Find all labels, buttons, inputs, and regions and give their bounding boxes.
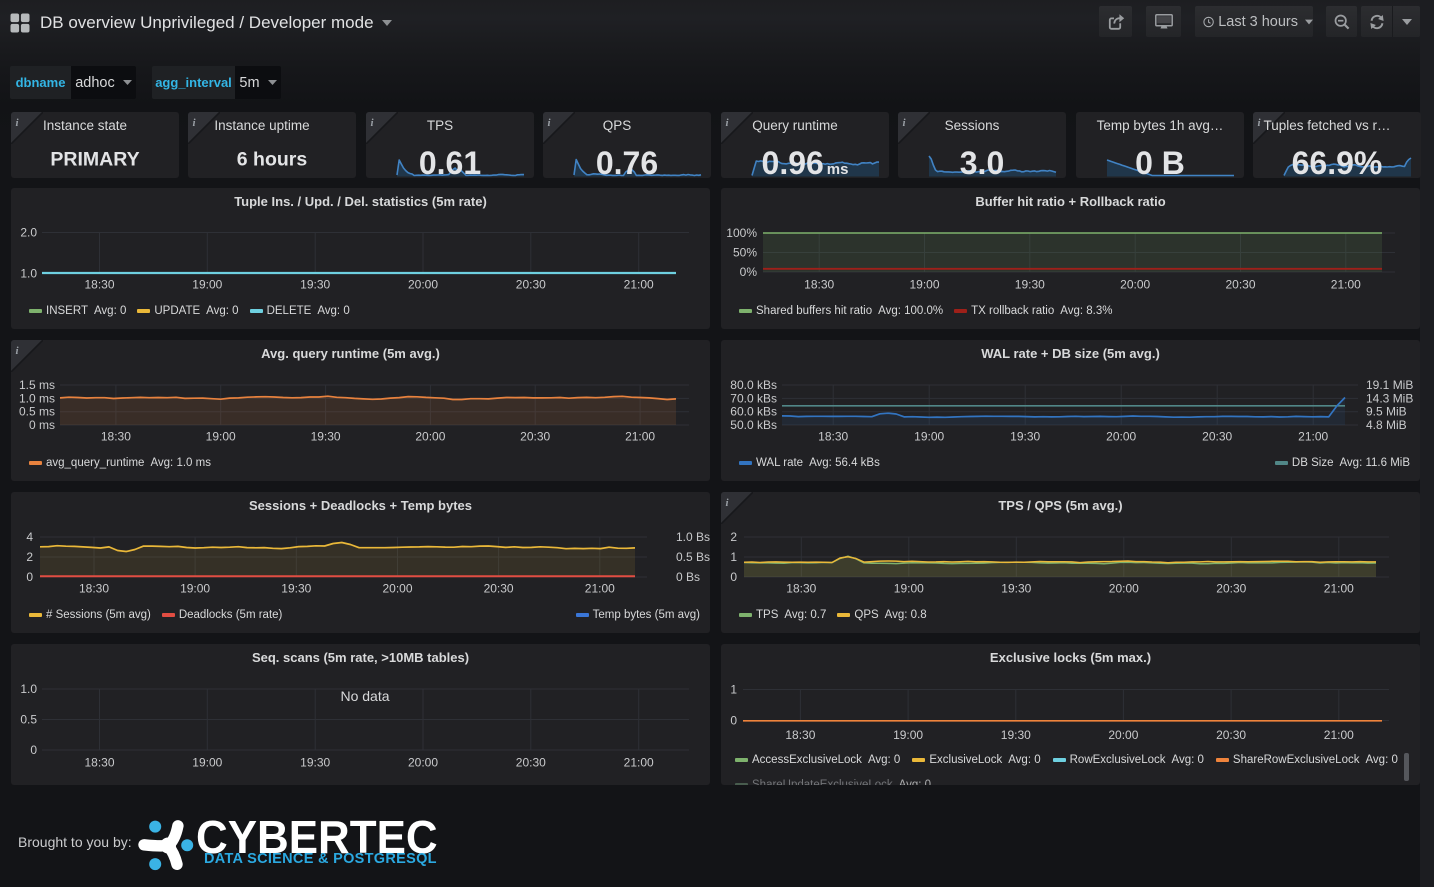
svg-text:9.5 MiB: 9.5 MiB	[1366, 405, 1407, 419]
svg-text:1.0: 1.0	[20, 682, 37, 696]
svg-text:21:00: 21:00	[625, 430, 655, 444]
svg-text:50.0 kBs: 50.0 kBs	[730, 418, 777, 432]
svg-text:19:00: 19:00	[180, 582, 210, 596]
svg-text:20:30: 20:30	[516, 278, 546, 292]
svg-text:0.5 Bs: 0.5 Bs	[676, 550, 710, 564]
svg-text:18:30: 18:30	[101, 430, 131, 444]
svg-text:20:30: 20:30	[1202, 430, 1232, 444]
svg-text:19:00: 19:00	[206, 430, 236, 444]
svg-text:0: 0	[30, 743, 37, 757]
svg-text:18:30: 18:30	[84, 278, 114, 292]
svg-text:4: 4	[26, 530, 33, 544]
svg-text:18:30: 18:30	[818, 430, 848, 444]
svg-text:20:00: 20:00	[408, 756, 438, 770]
svg-text:100%: 100%	[726, 226, 757, 240]
svg-text:20:30: 20:30	[1216, 582, 1246, 596]
svg-text:21:00: 21:00	[585, 582, 615, 596]
svg-text:19:30: 19:30	[300, 756, 330, 770]
svg-text:0 ms: 0 ms	[29, 418, 55, 432]
svg-text:20:00: 20:00	[382, 582, 412, 596]
svg-text:19:00: 19:00	[894, 582, 924, 596]
svg-text:19:30: 19:30	[1001, 582, 1031, 596]
svg-text:70.0 kBs: 70.0 kBs	[730, 391, 777, 405]
svg-text:19:30: 19:30	[300, 278, 330, 292]
svg-text:20:30: 20:30	[516, 756, 546, 770]
svg-text:0: 0	[730, 570, 737, 584]
svg-text:19.1 MiB: 19.1 MiB	[1366, 378, 1413, 392]
svg-text:18:30: 18:30	[804, 278, 834, 292]
svg-text:2.0: 2.0	[20, 226, 37, 240]
svg-text:18:30: 18:30	[84, 756, 114, 770]
svg-text:4.8 MiB: 4.8 MiB	[1366, 418, 1407, 432]
svg-text:20:30: 20:30	[520, 430, 550, 444]
svg-text:18:30: 18:30	[786, 582, 816, 596]
svg-text:18:30: 18:30	[785, 728, 815, 742]
svg-text:21:00: 21:00	[1331, 278, 1361, 292]
svg-text:1.0: 1.0	[20, 267, 37, 281]
svg-text:60.0 kBs: 60.0 kBs	[730, 405, 777, 419]
svg-text:50%: 50%	[733, 246, 757, 260]
svg-text:19:00: 19:00	[192, 756, 222, 770]
svg-text:1.0 Bs: 1.0 Bs	[676, 530, 710, 544]
svg-text:2: 2	[26, 550, 33, 564]
svg-text:20:00: 20:00	[1120, 278, 1150, 292]
svg-text:0: 0	[730, 714, 737, 728]
svg-text:18:30: 18:30	[79, 582, 109, 596]
svg-text:19:30: 19:30	[311, 430, 341, 444]
svg-text:19:00: 19:00	[192, 278, 222, 292]
svg-text:20:00: 20:00	[1109, 582, 1139, 596]
svg-text:19:00: 19:00	[893, 728, 923, 742]
svg-text:1: 1	[730, 683, 737, 697]
svg-text:20:00: 20:00	[1108, 728, 1138, 742]
svg-text:14.3 MiB: 14.3 MiB	[1366, 391, 1413, 405]
svg-text:80.0 kBs: 80.0 kBs	[730, 378, 777, 392]
svg-text:19:30: 19:30	[1001, 728, 1031, 742]
svg-text:1.5 ms: 1.5 ms	[19, 378, 55, 392]
svg-text:2: 2	[730, 530, 737, 544]
svg-text:20:30: 20:30	[1225, 278, 1255, 292]
svg-text:19:00: 19:00	[914, 430, 944, 444]
svg-text:1.0 ms: 1.0 ms	[19, 391, 55, 405]
svg-text:0.5 ms: 0.5 ms	[19, 405, 55, 419]
svg-text:19:30: 19:30	[1010, 430, 1040, 444]
svg-text:20:00: 20:00	[1106, 430, 1136, 444]
svg-text:0 Bs: 0 Bs	[676, 570, 700, 584]
svg-text:20:00: 20:00	[408, 278, 438, 292]
svg-text:21:00: 21:00	[1298, 430, 1328, 444]
svg-text:19:30: 19:30	[281, 582, 311, 596]
svg-text:0: 0	[26, 570, 33, 584]
svg-text:0%: 0%	[740, 265, 758, 279]
svg-text:21:00: 21:00	[1324, 728, 1354, 742]
svg-text:1: 1	[730, 550, 737, 564]
svg-text:No data: No data	[340, 688, 389, 704]
svg-text:21:00: 21:00	[624, 278, 654, 292]
svg-text:20:30: 20:30	[1216, 728, 1246, 742]
svg-text:20:00: 20:00	[415, 430, 445, 444]
svg-text:0.5: 0.5	[20, 713, 37, 727]
svg-text:19:00: 19:00	[909, 278, 939, 292]
svg-text:21:00: 21:00	[624, 756, 654, 770]
svg-text:21:00: 21:00	[1324, 582, 1354, 596]
svg-text:19:30: 19:30	[1015, 278, 1045, 292]
svg-text:20:30: 20:30	[484, 582, 514, 596]
